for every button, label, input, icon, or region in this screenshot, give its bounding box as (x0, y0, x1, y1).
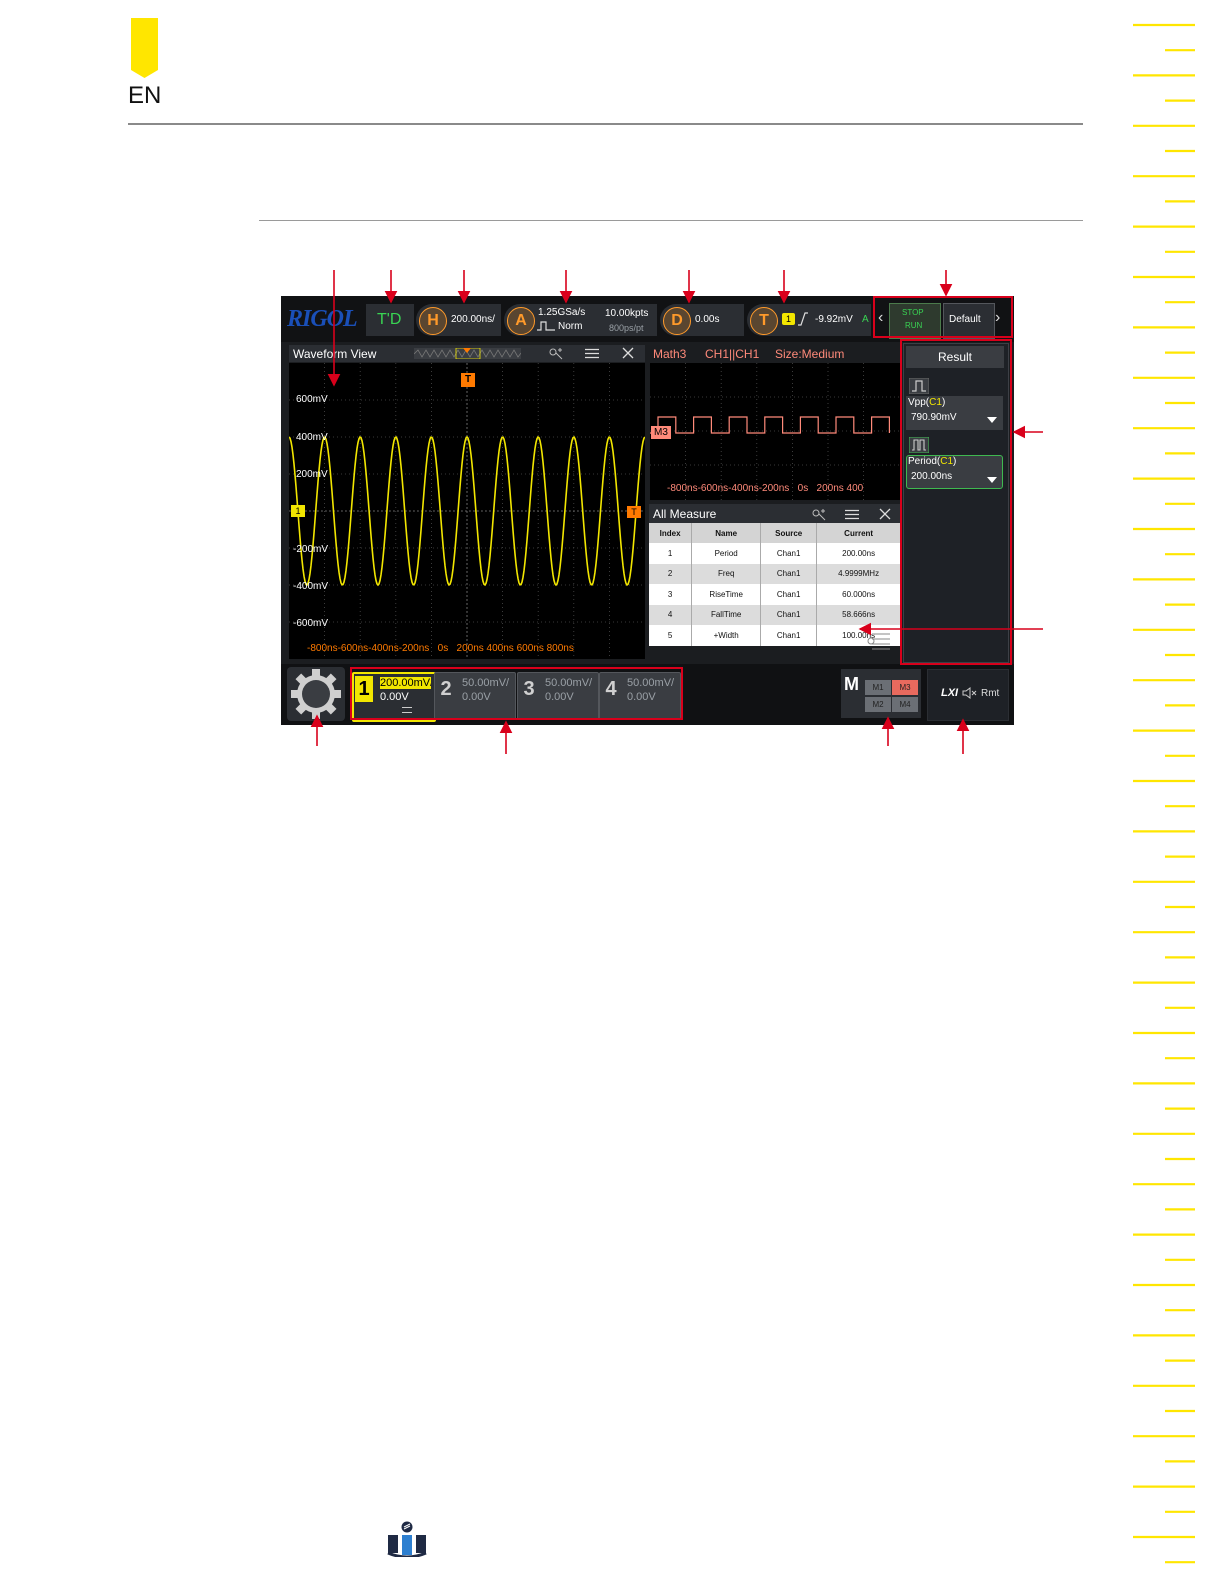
trigger-level-marker: T (627, 506, 641, 518)
language-tab-icon (131, 18, 158, 78)
math-m4-button[interactable]: M4 (892, 697, 918, 712)
language-label: EN (128, 82, 162, 109)
trigger-source-badge: 1 (782, 313, 795, 325)
y-label-neg600: -600mV (293, 618, 329, 629)
y-label-neg200: -200mV (293, 544, 329, 555)
rigol-logo: RIGOL (287, 306, 358, 332)
math-expression: CH1||CH1 (705, 347, 760, 361)
y-label-200: 200mV (296, 469, 328, 480)
trigger-status: T'D (377, 311, 402, 328)
rising-edge-icon (798, 312, 808, 326)
cell-index: 5 (649, 625, 693, 646)
home-gear-icon[interactable] (287, 667, 345, 721)
callout-frame-result (900, 339, 1012, 665)
lxi-label: LXI (941, 687, 959, 699)
math-m1-button[interactable]: M1 (865, 680, 891, 695)
all-measure-title: All Measure (653, 507, 717, 521)
trigger-position-marker: T (461, 373, 475, 387)
waveform-overview-strip (414, 348, 521, 359)
trigger-icon: T (750, 307, 778, 335)
cell-index: 1 (649, 543, 693, 564)
y-label-neg400: -400mV (293, 581, 329, 592)
delay-icon: D (663, 307, 691, 335)
cell-current: 58.666ns (816, 604, 901, 625)
table-row[interactable]: 5 +Width Chan1 100.00ns (649, 625, 901, 646)
math-grid[interactable] (650, 363, 901, 500)
cell-current: 60.000ns (816, 584, 901, 605)
cell-name: +Width (691, 625, 762, 646)
page-edge-ruler (1133, 23, 1195, 1564)
sample-rate: 1.25GSa/s (538, 307, 586, 318)
col-name: Name (691, 523, 762, 543)
callout-frame-run-stop (873, 296, 1013, 338)
memory-depth: 10.00kpts (605, 308, 649, 319)
cell-source: Chan1 (760, 543, 818, 564)
cell-index: 2 (649, 563, 693, 584)
cell-current: 4.9999MHz (816, 563, 901, 584)
math-size: Size:Medium (775, 347, 845, 361)
timebase-value: 200.00ns/ (451, 314, 495, 325)
x-axis-labels: -800ns-600ns-400ns-200ns 0s 200ns 400ns … (307, 643, 574, 654)
table-row[interactable]: 1 Period Chan1 200.00ns (649, 543, 901, 564)
menu-icon[interactable] (585, 348, 599, 359)
cell-name: Period (691, 543, 762, 564)
speaker-muted-icon (962, 687, 977, 699)
gesture-icon[interactable] (547, 346, 565, 361)
horizontal-icon: H (419, 307, 447, 335)
delay-value: 0.00s (695, 314, 720, 325)
measure-menu-icon[interactable] (845, 509, 859, 520)
cell-source: Chan1 (760, 563, 818, 584)
header-rule (128, 123, 1083, 125)
measure-close-icon[interactable] (879, 508, 891, 520)
callout-lines (310, 270, 1043, 754)
trigger-level: -9.92mV (815, 314, 853, 325)
math-label: M (844, 674, 859, 694)
remote-label: Rmt (981, 688, 1000, 699)
cell-name: FallTime (691, 604, 762, 625)
math-m3-button[interactable]: M3 (892, 680, 918, 695)
y-label-400: 400mV (296, 432, 328, 443)
section-rule (259, 220, 1083, 221)
cell-index: 4 (649, 604, 693, 625)
trigger-mode: A (862, 314, 869, 325)
table-scroll-icon[interactable] (866, 631, 892, 651)
cell-index: 3 (649, 584, 693, 605)
acquire-icon: A (507, 307, 535, 335)
brand-footer-icon (387, 1521, 427, 1557)
waveform-grid[interactable] (289, 363, 645, 659)
cell-source: Chan1 (760, 604, 818, 625)
math-source: Math3 (653, 347, 687, 361)
col-current: Current (816, 523, 901, 543)
cell-source: Chan1 (760, 584, 818, 605)
math-x-labels: -800ns-600ns-400ns-200ns 0s 200ns 400 (667, 483, 864, 494)
measure-gesture-icon[interactable] (810, 507, 828, 521)
ch1-marker: 1 (291, 505, 305, 517)
cell-name: Freq (691, 563, 762, 584)
col-index: Index (649, 523, 693, 543)
table-row[interactable]: 3 RiseTime Chan1 60.000ns (649, 584, 901, 605)
math-m2-button[interactable]: M2 (865, 697, 891, 712)
table-row[interactable]: 4 FallTime Chan1 58.666ns (649, 604, 901, 625)
y-label-600: 600mV (296, 394, 328, 405)
col-source: Source (760, 523, 818, 543)
cell-name: RiseTime (691, 584, 762, 605)
math-marker: M3 (651, 426, 671, 439)
table-row[interactable]: 2 Freq Chan1 4.9999MHz (649, 563, 901, 584)
resolution: 800ps/pt (609, 323, 644, 333)
acquire-mode-icon (537, 321, 555, 331)
cell-source: Chan1 (760, 625, 818, 646)
all-measure-table: Index Name Source Current 1 Period Chan1… (649, 523, 901, 646)
acquire-mode: Norm (558, 321, 583, 332)
close-icon[interactable] (622, 347, 634, 359)
callout-frame-channels (350, 667, 683, 720)
waveform-view-title: Waveform View (293, 347, 377, 361)
cell-current: 200.00ns (816, 543, 901, 564)
